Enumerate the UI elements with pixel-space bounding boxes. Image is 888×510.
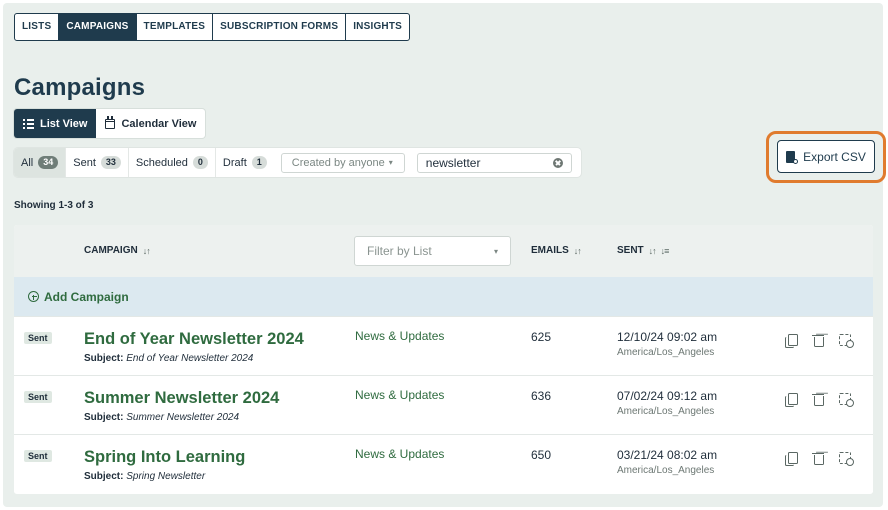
filter-tab-all[interactable]: All 34	[14, 148, 67, 177]
count-badge: 34	[38, 156, 59, 169]
campaign-name-link[interactable]: End of Year Newsletter 2024	[84, 330, 304, 349]
status-badge: Sent	[24, 450, 52, 462]
campaign-list-link[interactable]: News & Updates	[355, 388, 444, 402]
add-campaign-label: Add Campaign	[44, 289, 129, 304]
caret-down-icon: ▾	[493, 246, 498, 256]
campaign-name-link[interactable]: Summer Newsletter 2024	[84, 389, 279, 408]
filter-tab-label: Scheduled	[135, 156, 188, 169]
campaign-name-link[interactable]: Spring Into Learning	[84, 448, 245, 467]
duplicate-icon[interactable]	[785, 334, 798, 348]
calendar-view-button[interactable]: Calendar View	[96, 109, 205, 138]
export-label: Export CSV	[803, 149, 866, 164]
count-badge: 1	[251, 156, 267, 169]
count-badge: 33	[100, 156, 121, 169]
row-actions	[785, 334, 854, 348]
view-toggle: List View Calendar View	[14, 109, 206, 138]
row-actions	[785, 452, 854, 466]
filter-tab-label: All	[21, 156, 34, 169]
campaign-list-link[interactable]: News & Updates	[355, 329, 444, 343]
schedule-icon[interactable]	[839, 393, 854, 407]
tab-insights[interactable]: INSIGHTS	[346, 14, 409, 40]
filter-tab-draft[interactable]: Draft 1	[216, 148, 274, 177]
search-input[interactable]	[425, 155, 536, 170]
emails-count: 636	[531, 389, 552, 403]
schedule-icon[interactable]	[839, 452, 854, 466]
filter-tab-scheduled[interactable]: Scheduled 0	[129, 148, 216, 177]
table-header: CAMPAIGN ↓↑ Filter by List ▾ EMAILS ↓↑ S…	[14, 225, 873, 277]
campaign-column-header[interactable]: CAMPAIGN ↓↑	[84, 245, 151, 256]
calendar-icon	[105, 115, 116, 129]
sort-descending-icon: ↓≡	[660, 245, 670, 256]
table-row: Sent End of Year Newsletter 2024 Subject…	[14, 316, 873, 375]
campaign-list-link[interactable]: News & Updates	[355, 447, 444, 461]
campaign-subject: Subject: End of Year Newsletter 2024	[84, 353, 253, 364]
campaign-subject: Subject: Spring Newsletter	[84, 471, 205, 482]
add-campaign-row: Add Campaign	[14, 277, 873, 316]
sent-datetime: 07/02/24 09:12 am	[617, 389, 718, 403]
sent-timezone: America/Los_Angeles	[617, 465, 715, 476]
row-actions	[785, 393, 854, 407]
subject-prefix: Subject:	[84, 353, 124, 364]
campaign-subject: Subject: Summer Newsletter 2024	[84, 412, 239, 423]
list-view-label: List View	[40, 117, 88, 130]
tab-subscription-forms[interactable]: SUBSCRIPTION FORMS	[213, 14, 347, 40]
page-title: Campaigns	[14, 74, 146, 101]
file-download-icon	[786, 150, 799, 164]
trash-icon[interactable]	[812, 334, 825, 347]
caret-down-icon: ▾	[388, 158, 393, 167]
filter-bar: All 34 Sent 33 Scheduled 0 Draft 1 Creat…	[14, 148, 581, 177]
sent-column-header[interactable]: SENT ↓↑ ↓≡	[617, 245, 670, 256]
search-box	[416, 152, 572, 173]
filter-tab-label: Sent	[73, 156, 96, 169]
top-nav: LISTS CAMPAIGNS TEMPLATES SUBSCRIPTION F…	[14, 13, 411, 41]
emails-header-label: EMAILS	[531, 245, 569, 256]
subject-value: Summer Newsletter 2024	[126, 412, 240, 423]
table-row: Sent Summer Newsletter 2024 Subject: Sum…	[14, 375, 873, 434]
results-count: Showing 1-3 of 3	[14, 200, 94, 211]
status-badge: Sent	[24, 332, 52, 344]
campaign-header-label: CAMPAIGN	[84, 245, 138, 256]
filter-tab-sent[interactable]: Sent 33	[66, 148, 129, 177]
sort-icon: ↓↑	[142, 245, 151, 256]
status-badge: Sent	[24, 391, 52, 403]
tab-campaigns[interactable]: CAMPAIGNS	[59, 14, 137, 40]
count-badge: 0	[192, 156, 208, 169]
sent-header-label: SENT	[617, 245, 644, 256]
campaigns-table: CAMPAIGN ↓↑ Filter by List ▾ EMAILS ↓↑ S…	[14, 225, 873, 494]
sort-icon: ↓↑	[573, 245, 582, 256]
filter-by-list-select[interactable]: Filter by List ▾	[354, 236, 511, 266]
calendar-view-label: Calendar View	[121, 117, 197, 130]
sent-datetime: 03/21/24 08:02 am	[617, 448, 718, 462]
emails-column-header[interactable]: EMAILS ↓↑	[531, 245, 582, 256]
subject-prefix: Subject:	[84, 412, 124, 423]
subject-prefix: Subject:	[84, 471, 124, 482]
list-view-button[interactable]: List View	[14, 109, 97, 138]
duplicate-icon[interactable]	[785, 452, 798, 466]
sent-timezone: America/Los_Angeles	[617, 406, 715, 417]
tab-templates[interactable]: TEMPLATES	[137, 14, 214, 40]
filter-tab-label: Draft	[222, 156, 247, 169]
list-icon	[23, 118, 34, 129]
sent-timezone: America/Los_Angeles	[617, 347, 715, 358]
subject-value: End of Year Newsletter 2024	[126, 353, 254, 364]
trash-icon[interactable]	[812, 452, 825, 465]
export-csv-button[interactable]: Export CSV	[777, 140, 875, 173]
duplicate-icon[interactable]	[785, 393, 798, 407]
table-row: Sent Spring Into Learning Subject: Sprin…	[14, 434, 873, 493]
subject-value: Spring Newsletter	[126, 471, 206, 482]
plus-circle-icon	[28, 291, 39, 302]
sent-datetime: 12/10/24 09:02 am	[617, 330, 718, 344]
created-by-value: Created by anyone	[291, 156, 385, 169]
emails-count: 650	[531, 448, 552, 462]
emails-count: 625	[531, 330, 552, 344]
schedule-icon[interactable]	[839, 334, 854, 348]
trash-icon[interactable]	[812, 393, 825, 406]
tab-lists[interactable]: LISTS	[15, 14, 60, 40]
created-by-select[interactable]: Created by anyone ▾	[280, 152, 405, 173]
filter-by-list-placeholder: Filter by List	[367, 244, 432, 258]
clear-search-icon[interactable]	[552, 157, 563, 168]
sort-icon: ↓↑	[648, 245, 657, 256]
add-campaign-button[interactable]: Add Campaign	[28, 290, 129, 304]
